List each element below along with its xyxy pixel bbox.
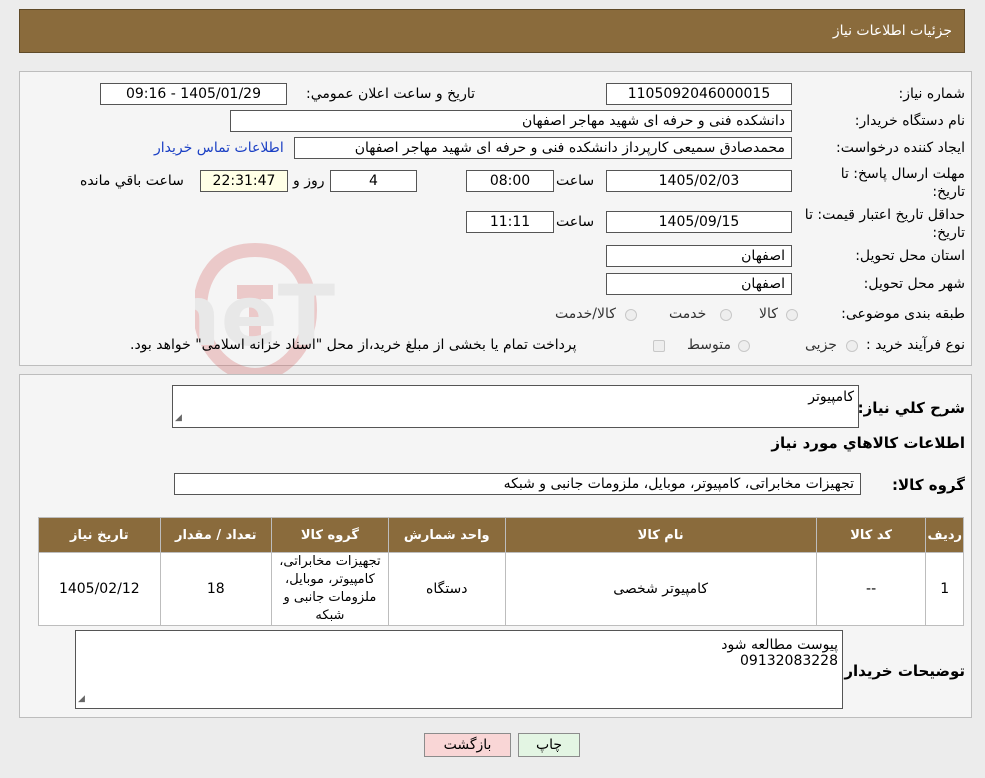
- resize-grip-icon[interactable]: ◢: [175, 410, 182, 426]
- col-code: کد کالا: [815, 517, 927, 553]
- summary-value: کامپیوتر: [808, 389, 854, 405]
- announce-datetime-field: 1405/01/29 - 09:16: [100, 83, 287, 105]
- cell-quantity: 18: [159, 552, 272, 626]
- price-validity-date: 1405/09/15: [606, 211, 792, 233]
- category-service-radio[interactable]: [720, 309, 732, 321]
- remaining-label: ساعت باقي مانده: [80, 173, 184, 189]
- reply-deadline-date: 1405/02/03: [606, 170, 792, 192]
- col-name: نام کالا: [504, 517, 817, 553]
- page-title: جزئیات اطلاعات نیاز: [832, 23, 952, 39]
- buyer-notes-textarea[interactable]: پیوست مطالعه شود 09132083228 ◢: [75, 630, 843, 709]
- remaining-days-field: 4: [330, 170, 417, 192]
- buyer-org-label: نام دستگاه خريدار:: [854, 113, 965, 129]
- cell-unit: دستگاه: [387, 552, 506, 626]
- resize-grip-icon[interactable]: ◢: [78, 691, 85, 707]
- city-label: شهر محل تحویل:: [863, 276, 965, 292]
- province-field: اصفهان: [606, 245, 792, 267]
- cell-row: 1: [925, 552, 964, 626]
- purchase-medium-text: متوسط: [687, 337, 731, 353]
- need-number-label: شماره نیاز:: [898, 86, 966, 102]
- requester-field: محمدصادق سمیعی کارپرداز دانشکده فنی و حر…: [294, 137, 792, 159]
- page-header: جزئیات اطلاعات نیاز: [19, 9, 965, 53]
- cell-need-date: 1405/02/12: [38, 552, 161, 626]
- category-label: طبقه بندی موضوعی:: [841, 306, 965, 322]
- goods-table-header: رديف کد کالا نام کالا واحد شمارش گروه کا…: [38, 517, 964, 553]
- purchase-minor-radio[interactable]: [846, 340, 858, 352]
- requester-label: ایجاد کننده درخواست:: [836, 140, 965, 156]
- buyer-org-field: دانشکده فنی و حرفه ای شهید مهاجر اصفهان: [230, 110, 792, 132]
- category-goods-service-radio[interactable]: [625, 309, 637, 321]
- col-quantity: تعداد / مقدار: [159, 517, 272, 553]
- category-service-text: خدمت: [669, 306, 707, 322]
- days-label: روز و: [293, 173, 325, 189]
- buyer-contact-link[interactable]: اطلاعات تماس خریدار: [154, 140, 284, 156]
- purchase-minor-text: جزیی: [805, 337, 837, 353]
- reply-deadline-label: مهلت ارسال پاسخ: تا تاریخ:: [840, 166, 965, 200]
- col-unit: واحد شمارش: [387, 517, 506, 553]
- purchase-type-label: نوع فرآیند خرید :: [866, 337, 965, 353]
- summary-label: شرح کلي نياز:: [857, 399, 965, 417]
- buyer-notes-label: توضیحات خریدار:: [838, 662, 965, 680]
- treasury-note: پرداخت تمام یا بخشی از مبلغ خرید،از محل …: [130, 337, 577, 353]
- category-goods-radio[interactable]: [786, 309, 798, 321]
- goods-group-field: تجهیزات مخابراتی، کامپیوتر، موبایل، ملزو…: [174, 473, 861, 495]
- announce-datetime-label: تاريخ و ساعت اعلان عمومي:: [306, 86, 475, 102]
- col-need-date: تاریخ نیاز: [38, 517, 161, 553]
- print-button[interactable]: چاپ: [518, 733, 580, 757]
- col-row: رديف: [925, 517, 964, 553]
- price-time-label: ساعت: [556, 214, 595, 230]
- buyer-notes-line2: 09132083228: [740, 653, 838, 669]
- cell-group: تجهیزات مخابراتی، کامپیوتر، موبایل، ملزو…: [270, 552, 389, 626]
- goods-table: رديف کد کالا نام کالا واحد شمارش گروه کا…: [38, 517, 964, 626]
- goods-group-label: گروه کالا:: [892, 476, 965, 494]
- buyer-notes-line1: پیوست مطالعه شود: [721, 637, 838, 653]
- cell-name: کامپیوتر شخصی: [504, 552, 817, 626]
- remaining-time-field: 22:31:47: [200, 170, 288, 192]
- table-row: 1 -- کامپیوتر شخصی دستگاه تجهیزات مخابرا…: [38, 552, 964, 626]
- reply-deadline-time: 08:00: [466, 170, 554, 192]
- reply-time-label: ساعت: [556, 173, 595, 189]
- category-goods-service-text: کالا/خدمت: [555, 306, 616, 322]
- province-label: استان محل تحویل:: [855, 248, 965, 264]
- back-button[interactable]: بازگشت: [424, 733, 511, 757]
- col-group: گروه کالا: [270, 517, 389, 553]
- cell-code: --: [815, 552, 927, 626]
- price-validity-time: 11:11: [466, 211, 554, 233]
- category-goods-text: کالا: [759, 306, 778, 322]
- purchase-medium-radio[interactable]: [738, 340, 750, 352]
- need-number-field: 1105092046000015: [606, 83, 792, 105]
- city-field: اصفهان: [606, 273, 792, 295]
- summary-textarea[interactable]: کامپیوتر ◢: [172, 385, 859, 428]
- goods-section-title: اطلاعات کالاهاي مورد نياز: [771, 434, 965, 452]
- treasury-checkbox[interactable]: [653, 340, 665, 352]
- price-validity-label: حداقل تاریخ اعتبار قیمت: تا تاریخ:: [804, 207, 965, 241]
